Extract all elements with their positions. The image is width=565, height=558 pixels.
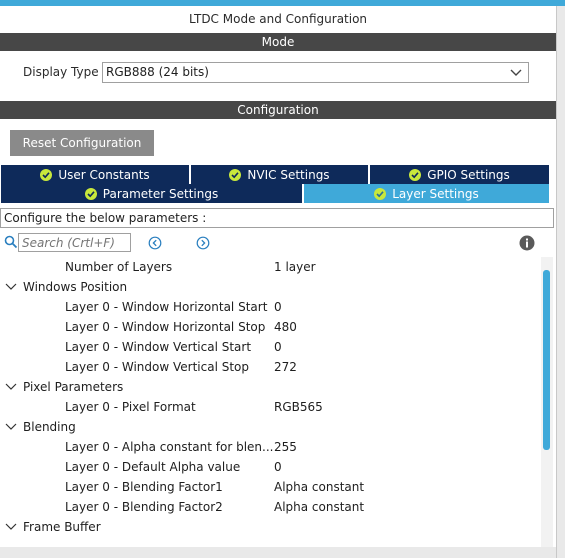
tab-label: User Constants <box>58 167 150 182</box>
param-name: Layer 0 - Blending Factor1 <box>65 480 223 494</box>
window-title: LTDC Mode and Configuration <box>188 12 368 26</box>
param-name: Layer 0 - Alpha constant for blen... <box>65 440 274 454</box>
window-right-edge <box>556 6 565 558</box>
tree-row-param[interactable]: Layer 0 - Window Horizontal Stop 480 <box>0 317 540 337</box>
configuration-header: Configuration <box>0 101 556 119</box>
display-type-label: Display Type <box>23 65 99 79</box>
tree-row-param[interactable]: Layer 0 - Default Alpha value 0 <box>0 457 540 477</box>
param-value: 0 <box>274 300 282 314</box>
check-icon <box>84 187 97 200</box>
chevron-down-icon[interactable] <box>5 282 17 292</box>
tree-group-pixel-parameters[interactable]: Pixel Parameters <box>0 377 540 397</box>
tree-row-param[interactable]: Layer 0 - Blending Factor2 Alpha constan… <box>0 497 540 517</box>
tab-user-constants[interactable]: User Constants <box>1 165 190 184</box>
tree-group-frame-buffer[interactable]: Frame Buffer <box>0 517 540 537</box>
tree-row-param[interactable]: Layer 0 - Window Horizontal Start 0 <box>0 297 540 317</box>
bottom-edge <box>0 547 556 558</box>
tab-label: Parameter Settings <box>102 186 219 201</box>
tab-nvic-settings[interactable]: NVIC Settings <box>191 165 369 184</box>
tab-gpio-settings[interactable]: GPIO Settings <box>370 165 550 184</box>
param-value: 0 <box>274 340 282 354</box>
param-value: Alpha constant <box>274 480 365 494</box>
tree-row-param[interactable]: Layer 0 - Pixel Format RGB565 <box>0 397 540 417</box>
param-value: 480 <box>274 320 297 334</box>
chevron-down-icon[interactable] <box>5 522 17 532</box>
vertical-scrollbar-thumb[interactable] <box>543 270 550 450</box>
tree-row-number-of-layers[interactable]: Number of Layers 1 layer <box>0 257 540 277</box>
param-name: Layer 0 - Window Horizontal Stop <box>65 320 266 334</box>
parameter-tree: Number of Layers 1 layer Windows Positio… <box>0 257 540 547</box>
display-type-select[interactable]: RGB888 (24 bits) <box>102 62 529 83</box>
reset-configuration-button[interactable]: Reset Configuration <box>10 130 154 156</box>
param-name: Layer 0 - Pixel Format <box>65 400 196 414</box>
chevron-down-icon[interactable] <box>5 382 17 392</box>
configure-prompt: Configure the below parameters : <box>0 208 554 228</box>
tab-label: GPIO Settings <box>427 167 510 182</box>
check-icon <box>374 187 387 200</box>
search-icon <box>4 235 18 249</box>
search-input[interactable] <box>18 233 131 252</box>
param-name: Layer 0 - Window Vertical Start <box>65 340 252 354</box>
tab-label: NVIC Settings <box>247 167 330 182</box>
param-value: 0 <box>274 460 282 474</box>
param-name: Layer 0 - Default Alpha value <box>65 460 241 474</box>
check-icon <box>229 168 242 181</box>
display-type-value: RGB888 (24 bits) <box>106 65 209 79</box>
previous-arrow-icon[interactable] <box>148 236 162 250</box>
chevron-down-icon <box>510 69 522 76</box>
group-label: Blending <box>23 420 76 434</box>
tree-row-param[interactable]: Layer 0 - Blending Factor1 Alpha constan… <box>0 477 540 497</box>
param-value: Alpha constant <box>274 500 365 514</box>
param-name: Layer 0 - Blending Factor2 <box>65 500 223 514</box>
tree-row-param[interactable]: Layer 0 - Window Vertical Start 0 <box>0 337 540 357</box>
param-name: Number of Layers <box>65 260 173 274</box>
tree-group-windows-position[interactable]: Windows Position <box>0 277 540 297</box>
param-value: 255 <box>274 440 297 454</box>
param-value: 1 layer <box>274 260 316 274</box>
param-name: Layer 0 - Window Vertical Stop <box>65 360 250 374</box>
param-value: 272 <box>274 360 297 374</box>
param-name: Layer 0 - Window Horizontal Start <box>65 300 268 314</box>
check-icon <box>409 168 422 181</box>
search-row <box>0 232 556 254</box>
display-type-row: Display Type RGB888 (24 bits) <box>0 60 556 86</box>
group-label: Pixel Parameters <box>23 380 124 394</box>
mode-header: Mode <box>0 33 556 51</box>
tree-row-param[interactable]: Layer 0 - Window Vertical Stop 272 <box>0 357 540 377</box>
param-value: RGB565 <box>274 400 323 414</box>
check-icon <box>40 168 53 181</box>
chevron-down-icon[interactable] <box>5 422 17 432</box>
group-label: Frame Buffer <box>23 520 101 534</box>
tree-group-blending[interactable]: Blending <box>0 417 540 437</box>
group-label: Windows Position <box>23 280 128 294</box>
next-arrow-icon[interactable] <box>196 236 210 250</box>
tab-layer-settings[interactable]: Layer Settings <box>304 184 550 203</box>
tab-parameter-settings[interactable]: Parameter Settings <box>1 184 303 203</box>
info-icon[interactable] <box>519 235 535 251</box>
tree-row-param[interactable]: Layer 0 - Alpha constant for blen... 255 <box>0 437 540 457</box>
tab-label: Layer Settings <box>392 186 479 201</box>
